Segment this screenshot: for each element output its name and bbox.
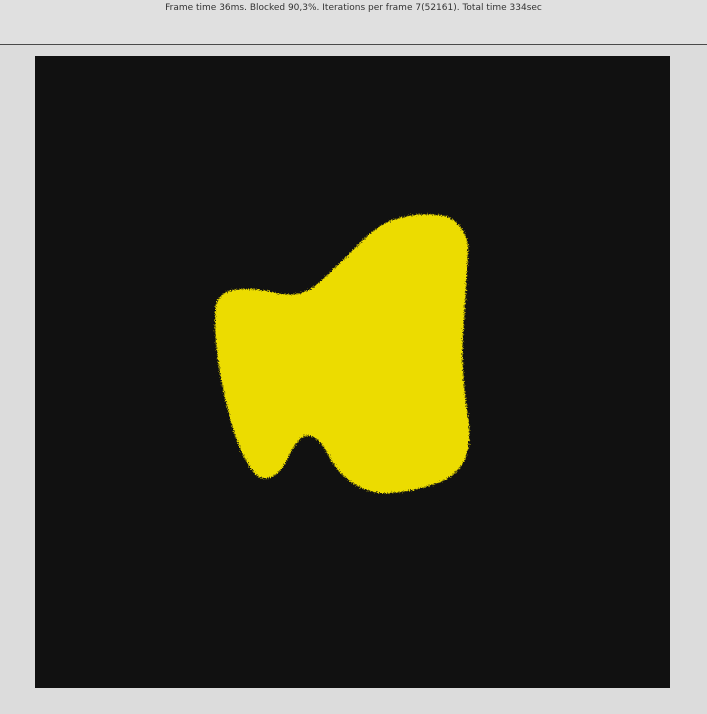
status-text: Frame time 36ms. Blocked 90,3%. Iteratio… — [165, 3, 542, 13]
simulation-svg — [215, 214, 470, 494]
simulation-canvas[interactable] — [35, 56, 670, 688]
yellow-blob — [215, 214, 470, 494]
status-bar: Frame time 36ms. Blocked 90,3%. Iteratio… — [0, 0, 707, 45]
